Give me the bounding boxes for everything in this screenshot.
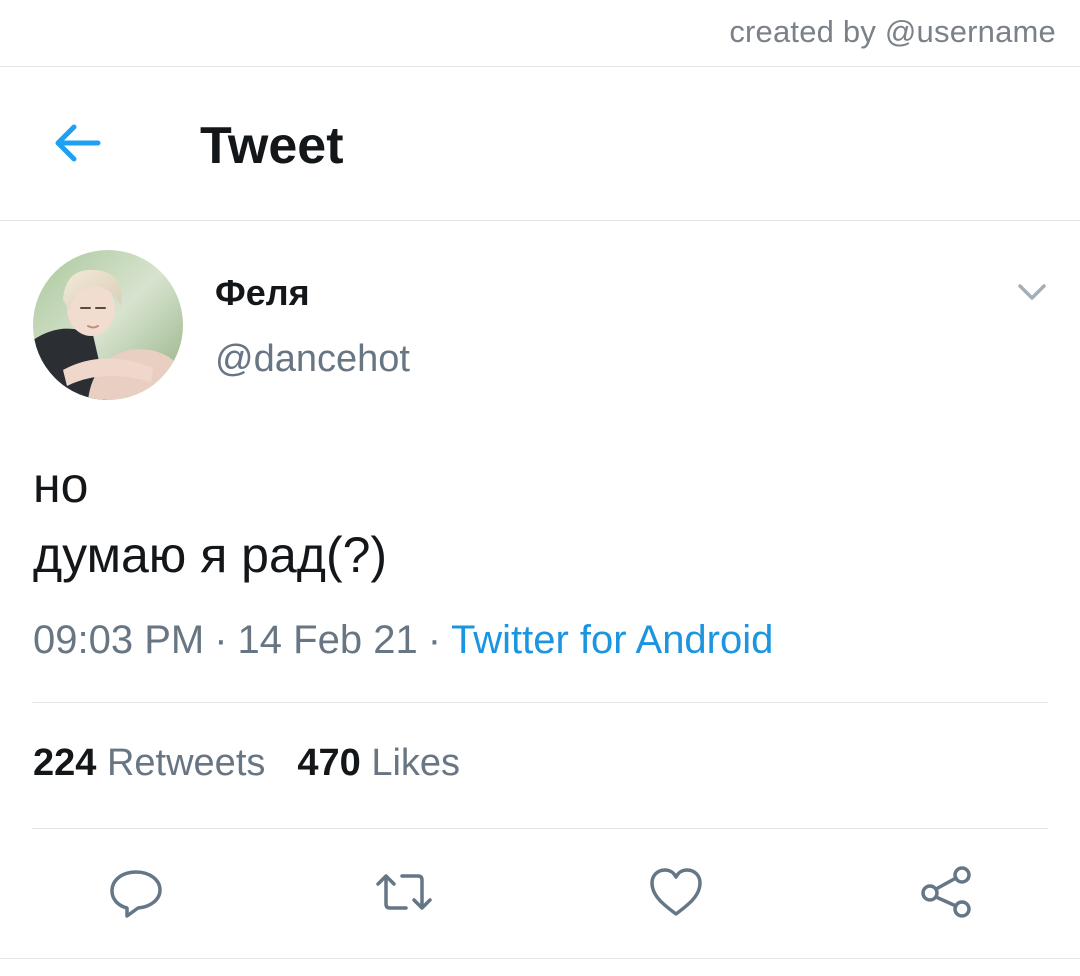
arrow-left-icon [55,124,101,162]
like-icon [650,868,702,916]
tweet-text: но думаю я рад(?) [33,450,387,590]
tweet-header: Tweet [0,68,1080,220]
share-icon [921,866,971,918]
meta-divider [32,702,1048,703]
tweet-meta: 09:03 PM · 14 Feb 21 · Twitter for Android [33,618,773,663]
retweets-label: Retweets [106,742,266,784]
top-divider [0,66,1080,67]
retweet-button[interactable] [372,862,432,922]
likes-count: 470 [297,742,361,784]
avatar[interactable] [33,250,183,400]
share-button[interactable] [916,862,976,922]
stats-divider [32,828,1048,829]
retweets-stat[interactable]: 224 Retweets [33,742,265,784]
avatar-photo [33,250,183,400]
retweet-icon [376,874,432,910]
watermark-credit: created by @username [729,14,1056,49]
likes-stat[interactable]: 470 Likes [297,742,460,784]
meta-separator: · [427,618,442,662]
page-title: Tweet [200,117,344,175]
reply-button[interactable] [106,862,166,922]
tweet-stats: 224 Retweets 470 Likes [33,742,492,785]
retweets-count: 224 [33,742,97,784]
author-name[interactable]: Феля [215,272,310,314]
like-button[interactable] [646,862,706,922]
chevron-down-icon [1018,284,1046,300]
tweet-menu-button[interactable] [1012,276,1052,308]
meta-separator: · [214,618,228,662]
tweet-time: 09:03 PM [33,618,205,662]
author-handle[interactable]: @dancehot [215,338,410,381]
tweet-text-line: но [33,457,89,513]
reply-icon [110,870,162,918]
header-divider [0,220,1080,221]
back-button[interactable] [48,118,104,168]
tweet-text-line: думаю я рад(?) [33,527,388,583]
likes-label: Likes [371,742,461,784]
tweet-date: 14 Feb 21 [237,618,418,662]
bottom-divider [0,958,1080,959]
tweet-source-link[interactable]: Twitter for Android [451,618,773,662]
